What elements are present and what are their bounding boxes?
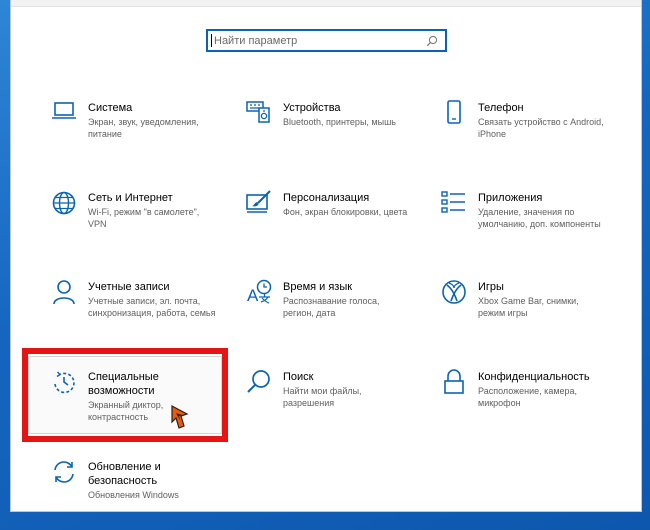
tile-description: Учетные записи, эл. почта, синхронизация… bbox=[88, 296, 216, 318]
tile-personalization[interactable]: Персонализация Фон, экран блокировки, цв… bbox=[245, 190, 435, 262]
tile-description: Bluetooth, принтеры, мышь bbox=[283, 117, 396, 127]
search-box[interactable] bbox=[206, 29, 447, 52]
tile-title: Сеть и Интернет bbox=[88, 192, 173, 204]
ease-of-access-icon bbox=[50, 369, 78, 397]
tile-devices[interactable]: Устройства Bluetooth, принтеры, мышь bbox=[245, 100, 435, 172]
tile-title: Персонализация bbox=[283, 192, 370, 204]
tile-time-language[interactable]: A Время и язык Распознавание голоса, рег… bbox=[245, 279, 435, 351]
tile-title: Система bbox=[88, 102, 133, 114]
tile-title: Телефон bbox=[478, 102, 524, 114]
tile-description: Wi-Fi, режим "в самолете", VPN bbox=[88, 207, 200, 229]
tile-description: Удаление, значения по умолчанию, доп. ко… bbox=[478, 207, 601, 229]
tile-description: Обновления Windows bbox=[88, 490, 179, 500]
sync-arrows-icon bbox=[50, 459, 78, 487]
tile-gaming[interactable]: Игры Xbox Game Bar, снимки, режим игры bbox=[440, 279, 630, 351]
tile-description: Экран, звук, уведомления, питание bbox=[88, 117, 199, 139]
search-input[interactable] bbox=[214, 31, 423, 50]
tile-description: Xbox Game Bar, снимки, режим игры bbox=[478, 296, 579, 318]
tile-ease-of-access[interactable]: Специальные возможности Экранный диктор,… bbox=[50, 369, 240, 441]
search-icon[interactable] bbox=[423, 32, 441, 50]
tile-phone[interactable]: Телефон Связать устройство с Android, iP… bbox=[440, 100, 630, 172]
tile-title: Устройства bbox=[283, 102, 341, 114]
keyboard-speaker-icon bbox=[245, 100, 273, 128]
tile-search[interactable]: Поиск Найти мои файлы, разрешения bbox=[245, 369, 435, 441]
tile-system[interactable]: Система Экран, звук, уведомления, питани… bbox=[50, 100, 240, 172]
tile-accounts[interactable]: Учетные записи Учетные записи, эл. почта… bbox=[50, 279, 240, 351]
tile-title: Конфиденциальность bbox=[478, 371, 590, 383]
globe-icon bbox=[50, 190, 78, 218]
tile-description: Расположение, камера, микрофон bbox=[478, 386, 578, 408]
tile-network[interactable]: Сеть и Интернет Wi-Fi, режим "в самолете… bbox=[50, 190, 240, 262]
lock-icon bbox=[440, 369, 468, 397]
tile-apps[interactable]: Приложения Удаление, значения по умолчан… bbox=[440, 190, 630, 262]
text-caret bbox=[211, 34, 212, 47]
tile-update-security[interactable]: Обновление и безопасность Обновления Win… bbox=[50, 459, 240, 530]
time-language-icon: A bbox=[245, 279, 273, 307]
tile-title: Поиск bbox=[283, 371, 314, 383]
laptop-icon bbox=[50, 100, 78, 128]
tile-title: Специальные возможности bbox=[88, 371, 159, 397]
tile-description: Связать устройство с Android, iPhone bbox=[478, 117, 604, 139]
tile-title: Приложения bbox=[478, 192, 543, 204]
mouse-cursor-icon bbox=[170, 405, 190, 431]
tile-title: Время и язык bbox=[283, 281, 353, 293]
tile-privacy[interactable]: Конфиденциальность Расположение, камера,… bbox=[440, 369, 630, 441]
person-icon bbox=[50, 279, 78, 307]
tile-title: Игры bbox=[478, 281, 504, 293]
phone-icon bbox=[440, 100, 468, 128]
apps-list-icon bbox=[440, 190, 468, 218]
search-magnifier-icon bbox=[245, 369, 273, 397]
tile-description: Фон, экран блокировки, цвета bbox=[283, 207, 408, 217]
tile-description: Распознавание голоса, регион, дата bbox=[283, 296, 380, 318]
window-top-bar bbox=[11, 0, 641, 7]
tile-title: Учетные записи bbox=[88, 281, 170, 293]
tile-description: Экранный диктор, контрастность bbox=[88, 400, 164, 422]
paintbrush-monitor-icon bbox=[245, 190, 273, 218]
tile-title: Обновление и безопасность bbox=[88, 461, 161, 487]
tile-description: Найти мои файлы, разрешения bbox=[283, 386, 362, 408]
xbox-icon bbox=[440, 279, 468, 307]
